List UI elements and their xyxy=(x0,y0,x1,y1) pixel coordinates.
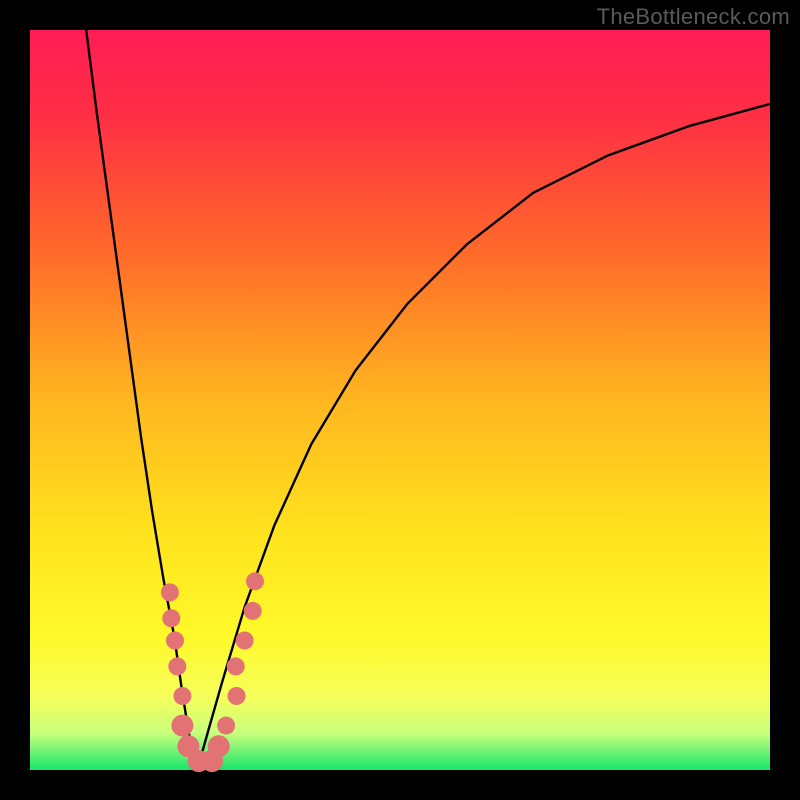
marker-point xyxy=(171,715,193,737)
marker-point xyxy=(227,657,245,675)
bottleneck-chart xyxy=(0,0,800,800)
marker-point xyxy=(236,632,254,650)
marker-point xyxy=(166,632,184,650)
marker-point xyxy=(168,657,186,675)
marker-point xyxy=(161,583,179,601)
marker-point xyxy=(228,687,246,705)
marker-point xyxy=(244,602,262,620)
gradient-background xyxy=(30,30,770,770)
marker-point xyxy=(173,687,191,705)
marker-point xyxy=(246,572,264,590)
marker-point xyxy=(208,735,230,757)
chart-frame: TheBottleneck.com xyxy=(0,0,800,800)
marker-point xyxy=(217,717,235,735)
marker-point xyxy=(162,609,180,627)
